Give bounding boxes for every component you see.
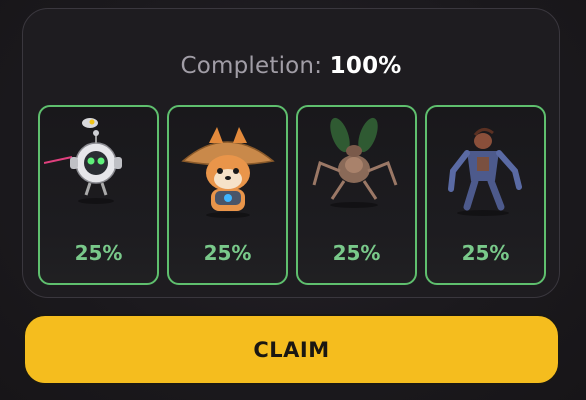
- collection-card[interactable]: 25%: [296, 105, 417, 285]
- shiba-samurai-icon: [181, 127, 275, 218]
- cyborg-monster-icon: [448, 128, 522, 216]
- card-percent: 25%: [332, 241, 381, 265]
- completion-label: Completion:: [180, 53, 323, 79]
- completion-text: Completion: 100%: [23, 53, 559, 79]
- collection-card[interactable]: 25%: [38, 105, 159, 285]
- collection-card[interactable]: 25%: [167, 105, 288, 285]
- card-row: 25% 25% 25% 25%: [38, 105, 548, 285]
- robot-drone-icon: [44, 118, 122, 204]
- card-percent: 25%: [74, 241, 123, 265]
- collection-panel: Completion: 100% 25% 25% 25% 25%: [22, 8, 560, 298]
- card-percent: 25%: [203, 241, 252, 265]
- collection-card[interactable]: 25%: [425, 105, 546, 285]
- claim-button[interactable]: CLAIM: [23, 314, 560, 385]
- completion-value: 100%: [329, 53, 402, 79]
- mech-insect-icon: [312, 117, 398, 208]
- reward-screen: Completion: 100% 25% 25% 25% 25% CLAIM: [0, 0, 586, 400]
- card-percent: 25%: [461, 241, 510, 265]
